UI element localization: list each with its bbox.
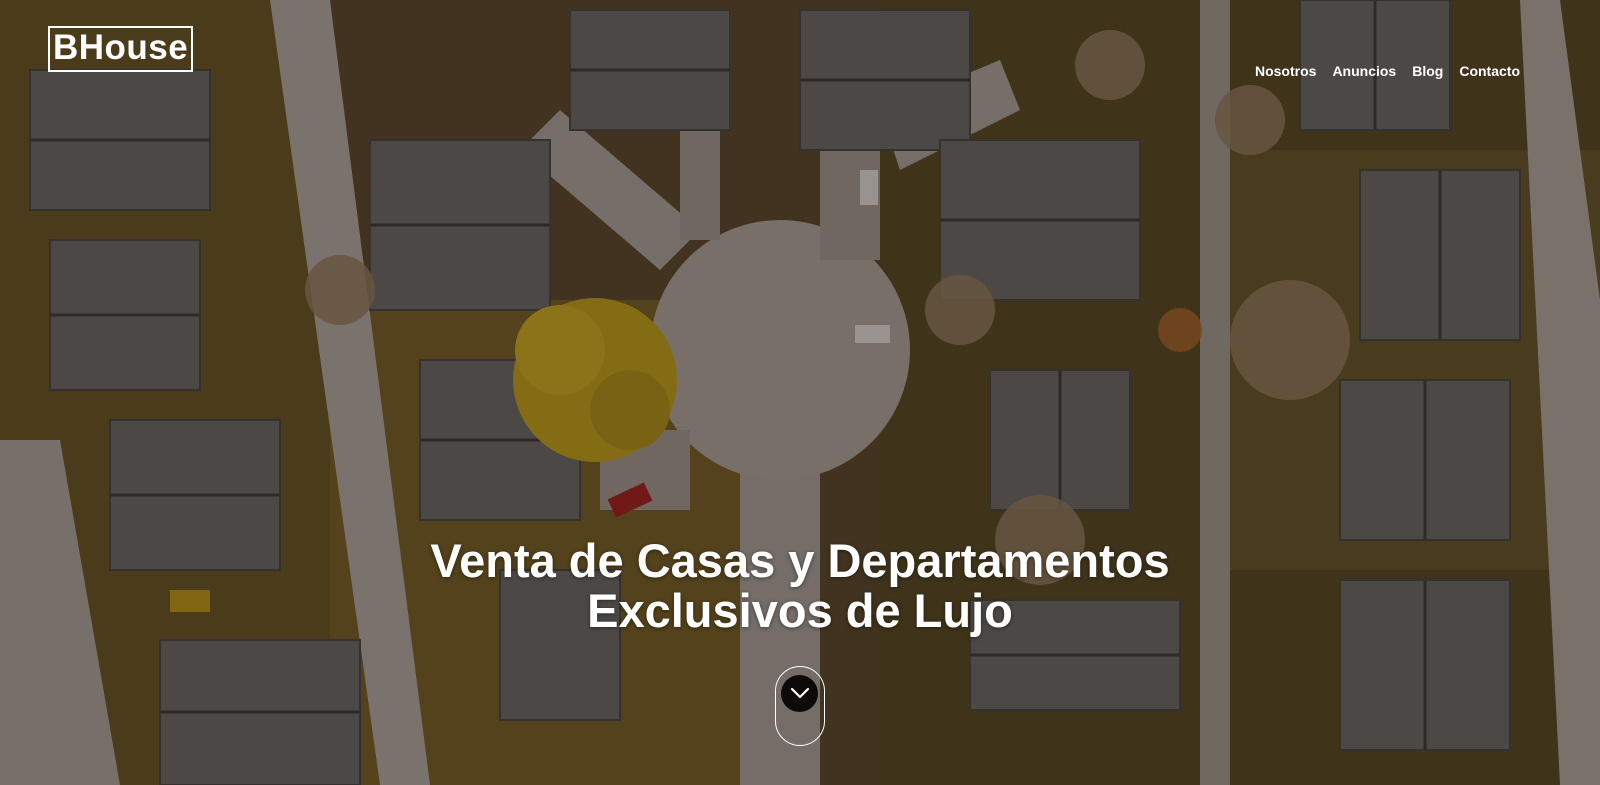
nav-link-contacto[interactable]: Contacto — [1459, 62, 1520, 80]
nav-link-blog[interactable]: Blog — [1412, 62, 1443, 80]
scroll-down-button[interactable] — [775, 666, 825, 746]
brand-logo[interactable]: BHouse — [48, 26, 194, 72]
hero-headline-line-1: Venta de Casas y Departamentos — [430, 534, 1170, 587]
hero-headline: Venta de Casas y Departamentos Exclusivo… — [0, 536, 1600, 636]
chevron-down-icon — [790, 687, 810, 699]
nav-link-anuncios[interactable]: Anuncios — [1332, 62, 1396, 80]
scroll-down-circle — [781, 675, 818, 712]
nav-link-nosotros[interactable]: Nosotros — [1255, 62, 1316, 80]
main-nav: Nosotros Anuncios Blog Contacto — [1255, 62, 1520, 80]
hero-section: BHouse Nosotros Anuncios Blog Contacto V… — [0, 0, 1600, 785]
hero-headline-line-2: Exclusivos de Lujo — [587, 584, 1013, 637]
